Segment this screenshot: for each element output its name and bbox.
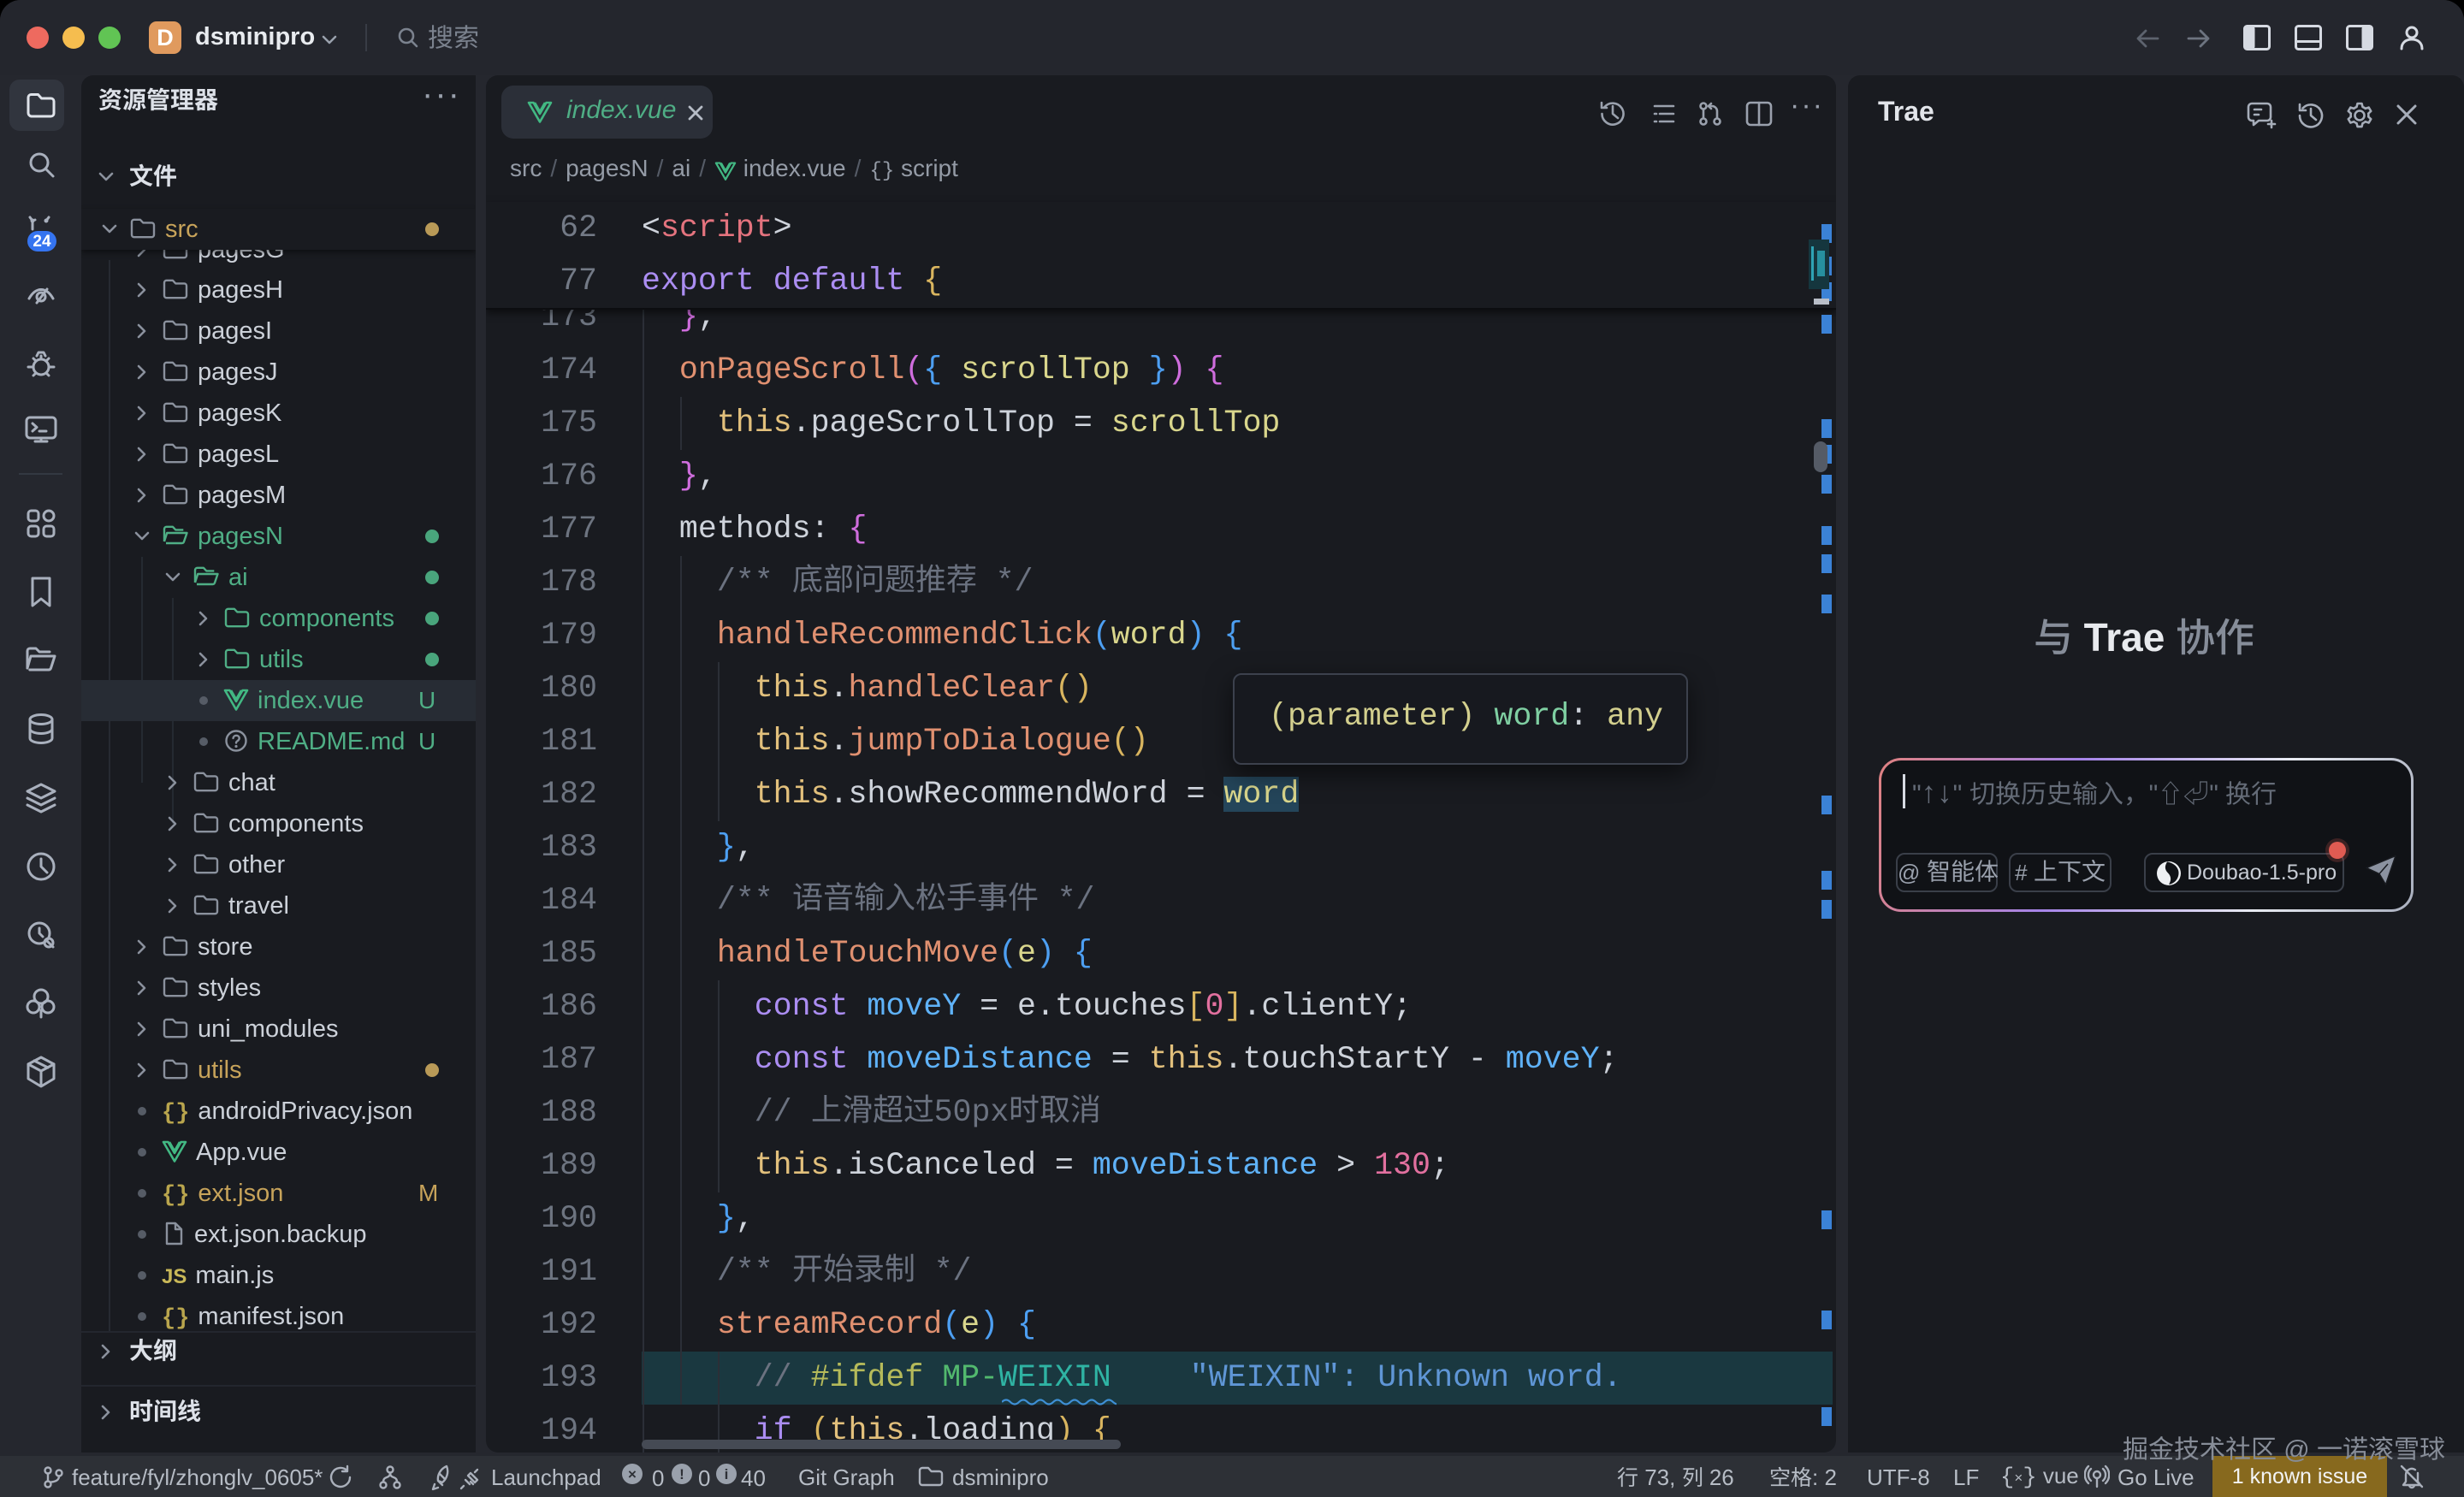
svg-text:!: ! xyxy=(679,1466,684,1482)
svg-text:×: × xyxy=(628,1466,637,1482)
svg-text:24: 24 xyxy=(33,233,51,251)
svg-text:i: i xyxy=(725,1466,729,1482)
